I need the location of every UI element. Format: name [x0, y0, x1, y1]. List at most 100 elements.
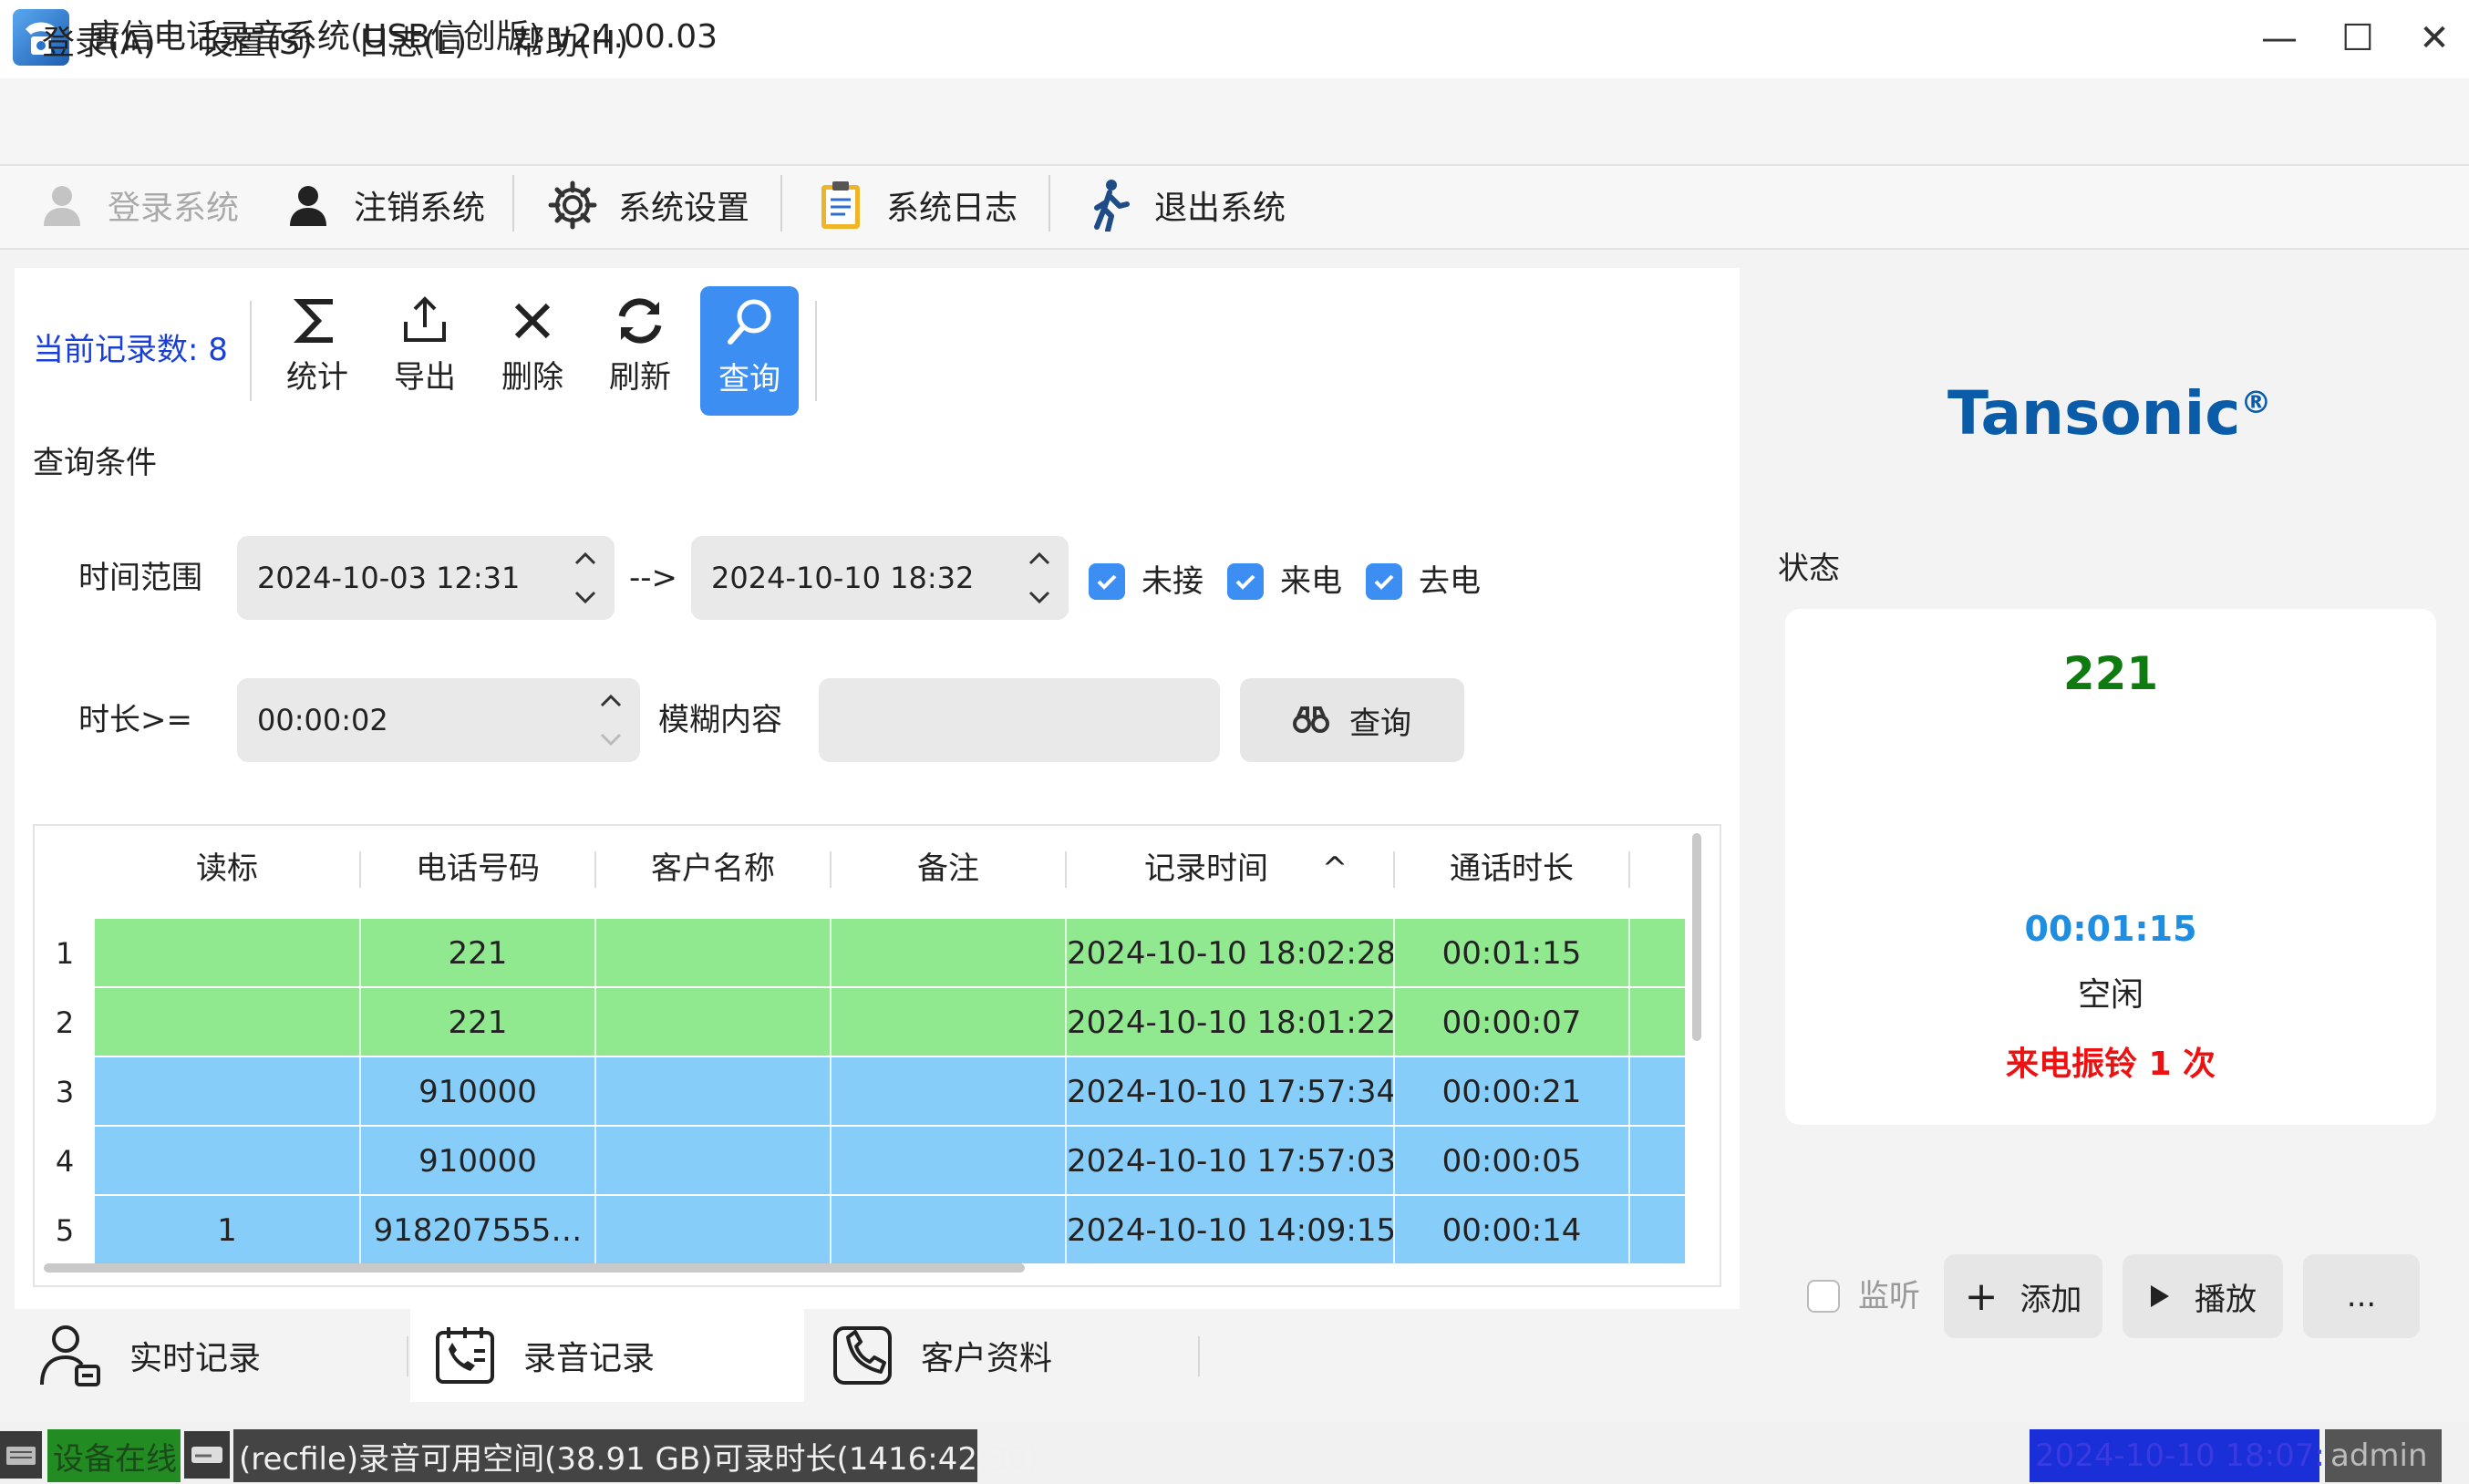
menu-log[interactable]: 日志(L)	[357, 22, 467, 66]
monitor-checkbox[interactable]: 监听	[1807, 1274, 1920, 1318]
cell-separator	[359, 1057, 361, 1127]
row-number: 3	[55, 1075, 75, 1109]
menu-help[interactable]: 帮助(H)	[512, 22, 628, 66]
system-log-button[interactable]: 系统日志	[815, 179, 1018, 232]
tab-label: 客户资料	[921, 1340, 1053, 1377]
action-separator	[815, 301, 817, 401]
filter-label: 来电	[1280, 563, 1342, 600]
minimize-button[interactable]: —	[2252, 13, 2307, 64]
cell-name	[596, 1057, 830, 1127]
cell-name	[596, 1196, 830, 1265]
row-number: 1	[55, 936, 75, 971]
phone-icon	[828, 1321, 897, 1390]
start-datetime-input[interactable]: 2024-10-03 12:31	[237, 536, 615, 620]
cell-read	[95, 1057, 359, 1127]
statistics-button[interactable]: 统计	[268, 284, 367, 414]
horizontal-scrollbar[interactable]	[44, 1263, 1025, 1273]
brand-logo: Tansonic®	[1947, 378, 2272, 448]
query-button[interactable]: 查询	[700, 286, 799, 416]
column-header-note[interactable]: 备注	[832, 846, 1065, 891]
cell-duration: 00:00:07	[1441, 1005, 1582, 1041]
tab-customer-info[interactable]: 客户资料	[828, 1309, 1052, 1402]
cell-separator	[830, 988, 832, 1057]
table-row[interactable]: 910000 2024-10-10 17:57:03 00:00:05	[95, 1127, 1685, 1196]
cell-time: 2024-10-10 17:57:03	[1067, 1143, 1393, 1180]
cell-separator	[359, 1127, 361, 1196]
filter-outgoing[interactable]: 去电	[1366, 560, 1481, 603]
duration-input[interactable]: 00:00:02	[237, 678, 640, 762]
cell-separator	[830, 919, 832, 988]
cell-separator	[359, 1196, 361, 1265]
maximize-button[interactable]: ☐	[2330, 13, 2385, 64]
filter-missed[interactable]: 未接	[1089, 560, 1204, 603]
tab-separator	[407, 1336, 408, 1376]
status-timer: 00:01:15	[2024, 909, 2197, 949]
record-count: 当前记录数: 8	[33, 332, 228, 368]
sort-ascending-icon[interactable]: ^	[1307, 846, 1362, 891]
cell-name	[596, 1127, 830, 1196]
toolbar-label: 系统日志	[886, 190, 1018, 227]
tab-separator	[1198, 1336, 1200, 1376]
column-header-phone[interactable]: 电话号码	[361, 846, 594, 891]
end-datetime-input[interactable]: 2024-10-10 18:32	[691, 536, 1069, 620]
menu-bar	[0, 78, 2469, 162]
play-icon	[2149, 1283, 2171, 1309]
logout-system-button[interactable]: 注销系统	[283, 179, 485, 232]
table-row[interactable]: 910000 2024-10-10 17:57:34 00:00:21	[95, 1057, 1685, 1127]
play-label: 播放	[2195, 1281, 2257, 1318]
filter-incoming[interactable]: 来电	[1227, 560, 1342, 603]
column-header-read[interactable]: 读标	[95, 846, 359, 891]
fuzzy-content-input[interactable]	[819, 678, 1220, 762]
action-label: 查询	[718, 361, 780, 397]
spinner-icon[interactable]	[569, 541, 602, 614]
cell-separator	[1628, 919, 1630, 988]
action-label: 导出	[394, 359, 456, 396]
cell-read	[95, 988, 359, 1057]
cell-separator	[1393, 1196, 1395, 1265]
cell-note	[832, 919, 1065, 988]
cell-separator	[830, 1057, 832, 1127]
user-icon	[283, 180, 334, 231]
more-button[interactable]: ...	[2303, 1254, 2420, 1338]
cell-separator	[1628, 988, 1630, 1057]
action-label: 刷新	[609, 359, 671, 396]
cell-phone: 910000	[418, 1143, 537, 1180]
spinner-icon[interactable]	[1023, 541, 1056, 614]
cell-name	[596, 988, 830, 1057]
play-button[interactable]: 播放	[2123, 1254, 2283, 1338]
login-system-button[interactable]: 登录系统	[36, 179, 239, 232]
fuzzy-content-label: 模糊内容	[658, 702, 782, 738]
export-icon	[398, 294, 452, 348]
gear-icon	[547, 180, 598, 231]
checkbox-box	[1807, 1280, 1840, 1313]
range-arrow: -->	[629, 560, 678, 596]
column-header-duration[interactable]: 通话时长	[1395, 846, 1628, 891]
cell-separator	[1393, 1127, 1395, 1196]
search-button[interactable]: 查询	[1240, 678, 1464, 762]
table-row[interactable]: 221 2024-10-10 18:02:28 00:01:15	[95, 919, 1685, 988]
close-button[interactable]: ✕	[2407, 13, 2462, 64]
column-header-customer[interactable]: 客户名称	[596, 846, 830, 891]
refresh-button[interactable]: 刷新	[591, 284, 689, 414]
vertical-scrollbar[interactable]	[1692, 833, 1701, 1041]
tab-recording-records[interactable]: 录音记录	[430, 1309, 655, 1402]
table-row[interactable]: 1 918207555… 2024-10-10 14:09:15 00:00:14	[95, 1196, 1685, 1265]
user-icon	[36, 180, 88, 231]
add-button[interactable]: + 添加	[1944, 1254, 2102, 1338]
system-settings-button[interactable]: 系统设置	[547, 179, 749, 232]
table-row[interactable]: 221 2024-10-10 18:01:22 00:00:07	[95, 988, 1685, 1057]
tab-realtime-records[interactable]: 实时记录	[36, 1309, 261, 1402]
column-header-time[interactable]: 记录时间	[1067, 846, 1346, 891]
binoculars-icon	[1293, 706, 1329, 735]
menu-settings[interactable]: 设置(S)	[201, 22, 313, 66]
cell-separator	[1393, 919, 1395, 988]
cell-read	[95, 919, 359, 988]
current-datetime: 2024-10-10 18:07:01	[2030, 1429, 2364, 1482]
disk-icon	[184, 1431, 230, 1479]
spinner-icon[interactable]	[594, 684, 627, 757]
exit-system-button[interactable]: 退出系统	[1083, 179, 1286, 232]
delete-button[interactable]: 删除	[483, 284, 582, 414]
menu-login[interactable]: 登录(A)	[42, 22, 156, 66]
export-button[interactable]: 导出	[376, 284, 474, 414]
cell-note	[832, 1196, 1065, 1265]
